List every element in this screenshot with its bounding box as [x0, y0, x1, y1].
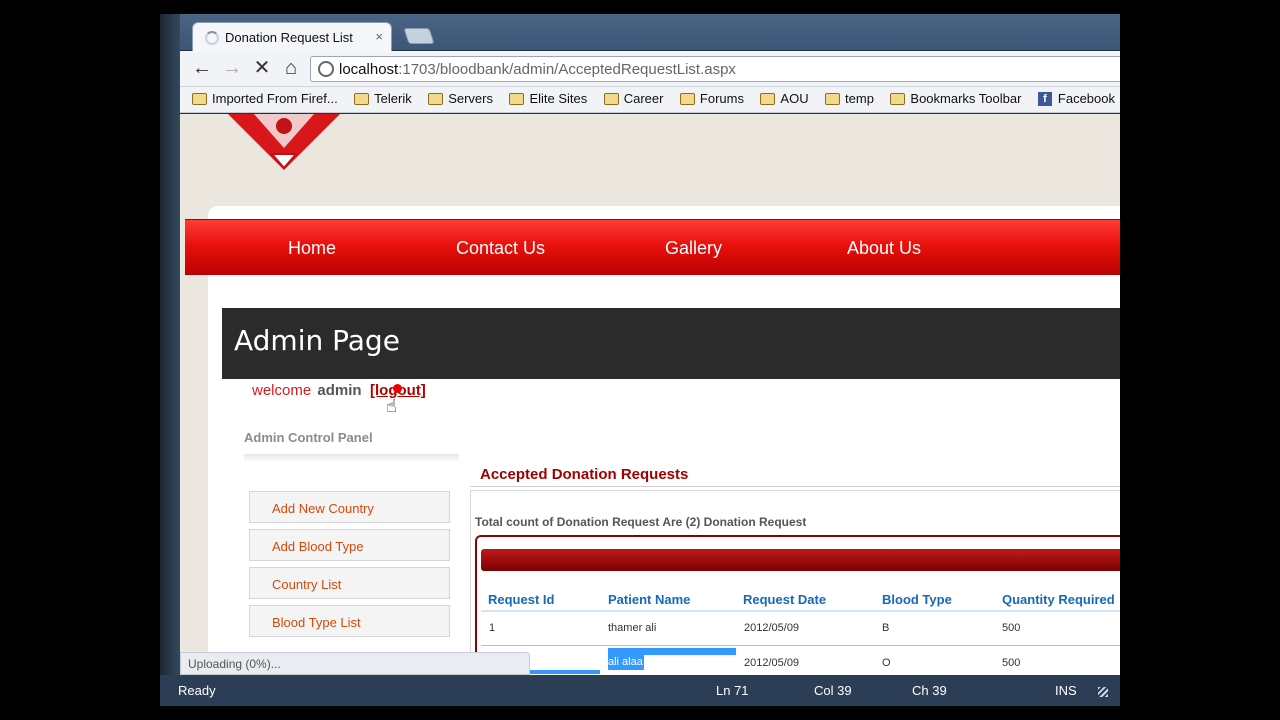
menu-contact-us[interactable]: Contact Us: [456, 238, 545, 259]
table-cell-patient-name: thamer ali: [608, 622, 657, 634]
bookmark-career[interactable]: Career: [603, 87, 663, 111]
control-panel-divider: [244, 454, 459, 462]
page-viewport: Home Contact Us Gallery About Us Admin P…: [180, 114, 1120, 675]
hand-cursor-icon: ☝: [386, 396, 397, 416]
resize-grip-icon[interactable]: [1098, 687, 1108, 697]
folder-icon: [192, 93, 207, 105]
column-header-request-id[interactable]: Request Id: [488, 592, 554, 607]
url-text: localhost:1703/bloodbank/admin/AcceptedR…: [339, 61, 736, 78]
address-bar[interactable]: localhost:1703/bloodbank/admin/AcceptedR…: [310, 56, 1120, 82]
menu-about-us[interactable]: About Us: [847, 238, 921, 259]
bookmarks-bar: Imported From Firef... Telerik Servers E…: [180, 87, 1120, 113]
column-header-quantity-required[interactable]: Quantity Required: [1002, 592, 1115, 607]
tab-donation-request-list[interactable]: Donation Request List ×: [192, 22, 392, 52]
grid-header-bar: [481, 549, 1120, 571]
status-insert-mode: INS: [1055, 683, 1077, 698]
bookmark-aou[interactable]: AOU: [760, 87, 809, 111]
click-indicator: [393, 384, 402, 393]
header-divider: [481, 610, 1120, 612]
add-new-country-button[interactable]: Add New Country: [249, 491, 450, 523]
table-cell-request-date: 2012/05/09: [744, 657, 800, 669]
upload-progress-bar: [530, 670, 600, 674]
table-cell-blood-type: B: [882, 622, 890, 634]
main-menu: Home Contact Us Gallery About Us: [185, 219, 1120, 275]
globe-icon: [318, 61, 334, 77]
bookmark-facebook[interactable]: f Facebook: [1037, 87, 1115, 111]
selection-highlight: [608, 648, 736, 655]
folder-icon: [509, 93, 525, 105]
table-cell-patient-name-selected: ali alaa: [608, 655, 644, 670]
bookmark-imported-from-firefox[interactable]: Imported From Firef...: [192, 87, 338, 111]
folder-icon: [890, 93, 906, 105]
home-icon[interactable]: ⌂: [279, 57, 303, 81]
tab-strip: Donation Request List ×: [180, 14, 1120, 52]
total-count-text: Total count of Donation Request Are (2) …: [475, 515, 807, 529]
table-cell-request-id: 1: [489, 622, 496, 634]
table-cell-request-date: 2012/05/09: [744, 622, 800, 634]
control-panel-title: Admin Control Panel: [244, 430, 373, 445]
navigation-toolbar: ← → ✕ ⌂ localhost:1703/bloodbank/admin/A…: [180, 51, 1120, 87]
loading-spinner-icon: [205, 31, 219, 45]
country-list-button[interactable]: Country List: [249, 567, 450, 599]
column-header-patient-name[interactable]: Patient Name: [608, 592, 690, 607]
folder-icon: [603, 93, 619, 105]
status-column: Col 39: [814, 683, 852, 698]
browser-window: Donation Request List × ← → ✕ ⌂ localhos…: [160, 14, 1120, 706]
table-cell-quantity: 500: [1002, 657, 1021, 669]
status-ready: Ready: [178, 683, 216, 698]
username: admin: [317, 382, 362, 399]
back-arrow-icon[interactable]: ←: [190, 57, 214, 81]
status-char: Ch 39: [912, 683, 947, 698]
letterbox-left: [0, 0, 160, 720]
section-divider: [470, 486, 1120, 487]
menu-gallery[interactable]: Gallery: [665, 238, 722, 259]
table-cell-blood-type: O: [882, 657, 891, 669]
browser-status-bubble: Uploading (0%)...: [180, 652, 530, 675]
section-title: Accepted Donation Requests: [480, 466, 689, 483]
stop-icon[interactable]: ✕: [250, 57, 274, 81]
bookmark-temp[interactable]: temp: [825, 87, 874, 111]
blood-type-list-button[interactable]: Blood Type List: [249, 605, 450, 637]
facebook-icon: f: [1037, 92, 1052, 106]
blood-drop-logo-icon: [228, 114, 340, 170]
folder-icon: [825, 93, 841, 105]
tab-title: Donation Request List: [225, 30, 353, 45]
folder-icon: [428, 93, 444, 105]
folder-icon: [679, 93, 695, 105]
letterbox-right: [1120, 0, 1280, 720]
upload-status-text: Uploading (0%)...: [188, 657, 281, 671]
row-divider: [481, 645, 1120, 646]
bookmark-telerik[interactable]: Telerik: [354, 87, 412, 111]
column-header-request-date[interactable]: Request Date: [743, 592, 826, 607]
bookmark-bookmarks-toolbar[interactable]: Bookmarks Toolbar: [890, 87, 1021, 111]
close-tab-icon[interactable]: ×: [375, 29, 383, 44]
forward-arrow-icon[interactable]: →: [220, 57, 244, 81]
bookmark-forums[interactable]: Forums: [679, 87, 744, 111]
column-header-blood-type[interactable]: Blood Type: [882, 592, 952, 607]
welcome-text: welcome admin: [252, 382, 362, 399]
table-cell-quantity: 500: [1002, 622, 1021, 634]
new-tab-button[interactable]: [403, 28, 435, 44]
ide-status-bar: Ready Ln 71 Col 39 Ch 39 INS: [160, 675, 1120, 706]
folder-icon: [760, 93, 776, 105]
status-line: Ln 71: [716, 683, 749, 698]
menu-home[interactable]: Home: [288, 238, 336, 259]
admin-header: Admin Page: [222, 308, 1120, 379]
bookmark-elite-sites[interactable]: Elite Sites: [509, 87, 587, 111]
bookmark-servers[interactable]: Servers: [428, 87, 493, 111]
page-title: Admin Page: [234, 324, 400, 357]
window-frame: [160, 14, 180, 706]
add-blood-type-button[interactable]: Add Blood Type: [249, 529, 450, 561]
folder-icon: [354, 93, 370, 105]
